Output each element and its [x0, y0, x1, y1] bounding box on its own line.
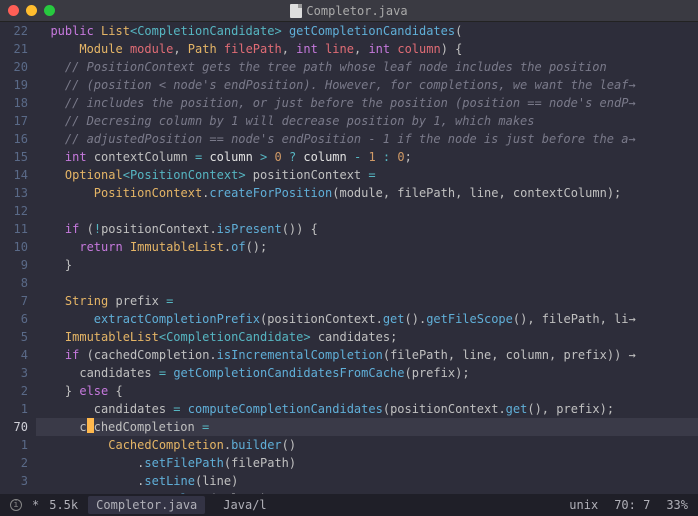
- line-number: 3: [0, 472, 28, 490]
- line-number: 11: [0, 220, 28, 238]
- code-line[interactable]: candidates = computeCompletionCandidates…: [36, 400, 698, 418]
- status-filesize: 5.5k: [49, 498, 78, 512]
- close-button[interactable]: [8, 5, 19, 16]
- line-number: 7: [0, 292, 28, 310]
- info-icon: i: [10, 499, 22, 511]
- status-modified: *: [32, 498, 39, 512]
- line-number: 1: [0, 436, 28, 454]
- line-number: 19: [0, 76, 28, 94]
- code-line[interactable]: int contextColumn = column > 0 ? column …: [36, 148, 698, 166]
- line-number: 4: [0, 346, 28, 364]
- code-line[interactable]: String prefix =: [36, 292, 698, 310]
- line-number: 6: [0, 310, 28, 328]
- line-number: 15: [0, 148, 28, 166]
- status-encoding: unix: [569, 498, 598, 512]
- line-number: 13: [0, 184, 28, 202]
- code-line[interactable]: public List<CompletionCandidate> getComp…: [36, 22, 698, 40]
- editor[interactable]: 2221201918171615141312111098765432170123…: [0, 22, 698, 494]
- line-number: 3: [0, 364, 28, 382]
- line-number: 5: [0, 328, 28, 346]
- window-title: Completor.java: [8, 4, 690, 18]
- cursor: [87, 418, 94, 433]
- line-number: 20: [0, 58, 28, 76]
- code-line[interactable]: // Decresing column by 1 will decrease p…: [36, 112, 698, 130]
- code-line[interactable]: ImmutableList<CompletionCandidate> candi…: [36, 328, 698, 346]
- code-line[interactable]: if (cachedCompletion.isIncrementalComple…: [36, 346, 698, 364]
- document-icon: [290, 4, 302, 18]
- code-line[interactable]: }: [36, 256, 698, 274]
- code-line[interactable]: return ImmutableList.of();: [36, 238, 698, 256]
- status-mode: Java/l: [215, 496, 274, 514]
- code-line[interactable]: // (position < node's endPosition). Howe…: [36, 76, 698, 94]
- line-number-gutter: 2221201918171615141312111098765432170123…: [0, 22, 36, 494]
- line-number: 2: [0, 454, 28, 472]
- line-number: 9: [0, 256, 28, 274]
- line-number: 12: [0, 202, 28, 220]
- code-area[interactable]: public List<CompletionCandidate> getComp…: [36, 22, 698, 494]
- line-number: 22: [0, 22, 28, 40]
- code-line[interactable]: [36, 274, 698, 292]
- line-number: 21: [0, 40, 28, 58]
- window-title-text: Completor.java: [306, 4, 407, 18]
- code-line[interactable]: // adjustedPosition == node's endPositio…: [36, 130, 698, 148]
- line-number: 8: [0, 274, 28, 292]
- line-number: 14: [0, 166, 28, 184]
- code-line[interactable]: candidates = getCompletionCandidatesFrom…: [36, 364, 698, 382]
- status-percent: 33%: [666, 498, 688, 512]
- line-number: 70: [0, 418, 28, 436]
- code-line[interactable]: cchedCompletion =: [36, 418, 698, 436]
- status-filename: Completor.java: [88, 496, 205, 514]
- code-line[interactable]: CachedCompletion.builder(): [36, 436, 698, 454]
- code-line[interactable]: .setFilePath(filePath): [36, 454, 698, 472]
- code-line[interactable]: // includes the position, or just before…: [36, 94, 698, 112]
- minimize-button[interactable]: [26, 5, 37, 16]
- line-number: 17: [0, 112, 28, 130]
- code-line[interactable]: [36, 202, 698, 220]
- code-line[interactable]: PositionContext.createForPosition(module…: [36, 184, 698, 202]
- code-line[interactable]: if (!positionContext.isPresent()) {: [36, 220, 698, 238]
- traffic-lights: [8, 5, 55, 16]
- code-line[interactable]: Module module, Path filePath, int line, …: [36, 40, 698, 58]
- maximize-button[interactable]: [44, 5, 55, 16]
- line-number: 1: [0, 400, 28, 418]
- line-number: 10: [0, 238, 28, 256]
- code-line[interactable]: extractCompletionPrefix(positionContext.…: [36, 310, 698, 328]
- statusbar: i * 5.5k Completor.java Java/l unix 70: …: [0, 494, 698, 516]
- code-line[interactable]: Optional<PositionContext> positionContex…: [36, 166, 698, 184]
- line-number: 2: [0, 382, 28, 400]
- status-position: 70: 7: [614, 498, 650, 512]
- code-line[interactable]: .setLine(line): [36, 472, 698, 490]
- code-line[interactable]: // PositionContext gets the tree path wh…: [36, 58, 698, 76]
- line-number: 18: [0, 94, 28, 112]
- line-number: 16: [0, 130, 28, 148]
- code-line[interactable]: } else {: [36, 382, 698, 400]
- titlebar: Completor.java: [0, 0, 698, 22]
